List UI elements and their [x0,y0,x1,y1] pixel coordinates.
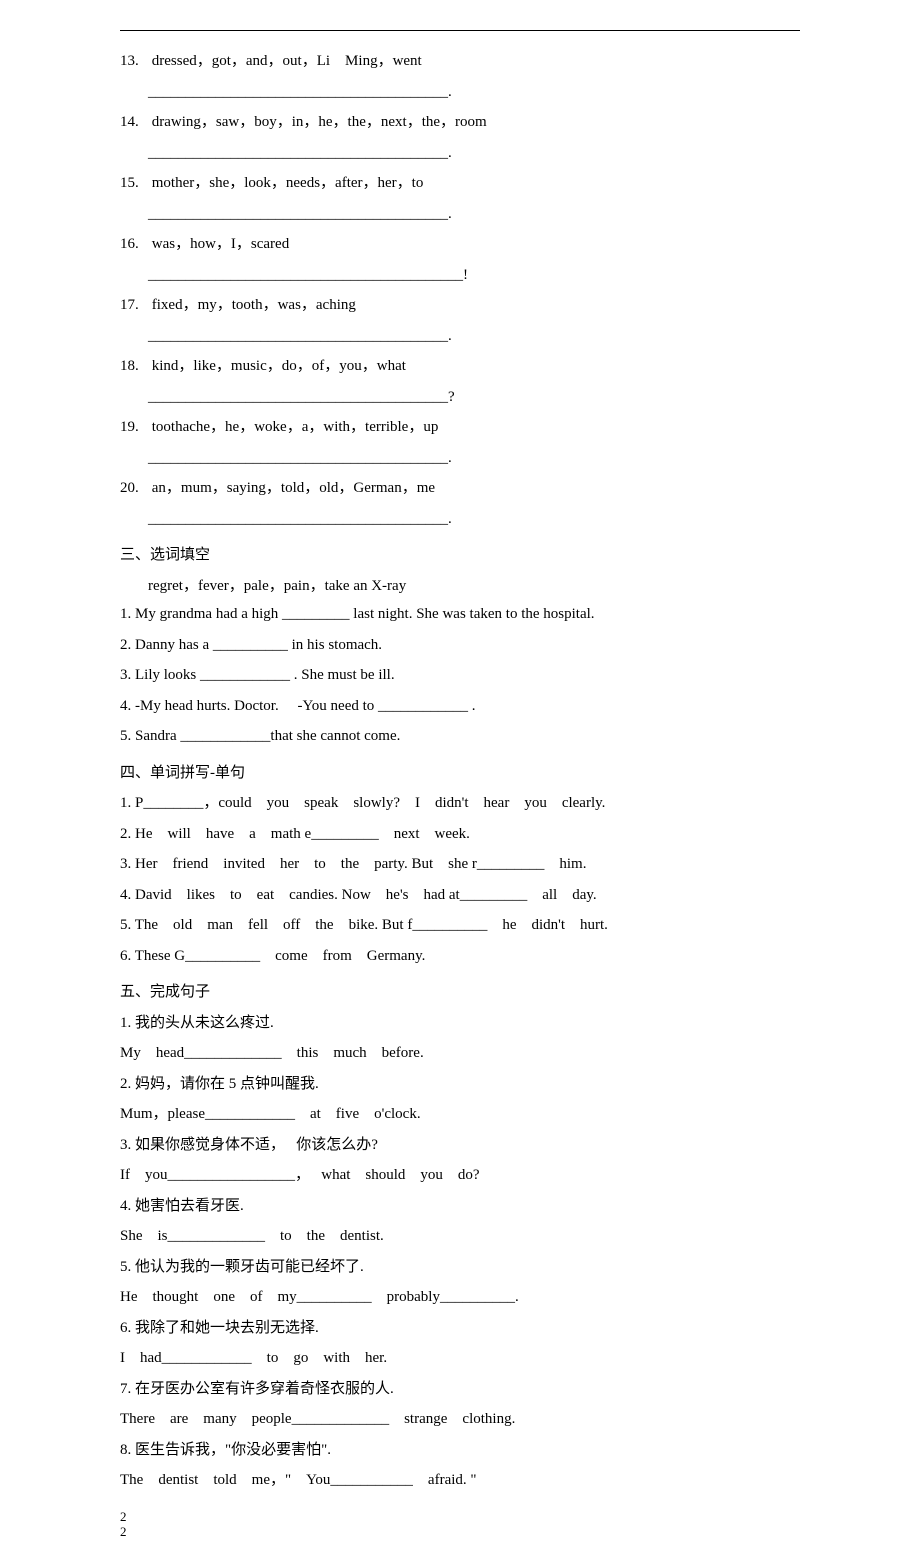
s5-item-4-en: She is_____________ to the dentist. [120,1222,800,1251]
s3-item-2: 2. Danny has a __________ in his stomach… [120,631,800,660]
section4-items: 1. P________，could you speak slowly? I d… [120,789,800,970]
item-14: 14. drawing，saw，boy，in，he，the，next，the，r… [120,108,800,137]
s5-item-6-cn: 6. 我除了和她一块去别无选择. [120,1314,800,1343]
s5-item-3-en: If you_________________， what should you… [120,1161,800,1190]
s5-item-5-en: He thought one of my__________ probably_… [120,1283,800,1312]
s4-item-6: 6. These G__________ come from Germany. [120,942,800,971]
s5-item-7-en: There are many people_____________ stran… [120,1405,800,1434]
s4-item-4: 4. David likes to eat candies. Now he's … [120,881,800,910]
item-number: 20. [120,474,148,503]
answer-line[interactable]: ________________________________________… [148,261,800,290]
footer-line-1: 2 [120,1509,800,1525]
section5-title: 五、完成句子 [120,978,800,1007]
s4-item-2: 2. He will have a math e_________ next w… [120,820,800,849]
section5-items: 1. 我的头从未这么疼过. My head_____________ this … [120,1009,800,1495]
section-sentence-building: 13. dressed，got，and，out，Li Ming，went ___… [120,47,800,533]
item-18: 18. kind，like，music，do，of，you，what [120,352,800,381]
s5-item-2-cn: 2. 妈妈，请你在 5 点钟叫醒我. [120,1070,800,1099]
s5-item-1-cn: 1. 我的头从未这么疼过. [120,1009,800,1038]
item-words: drawing，saw，boy，in，he，the，next，the，room [152,114,487,130]
s4-item-1: 1. P________，could you speak slowly? I d… [120,789,800,818]
answer-line[interactable]: ________________________________________… [148,139,800,168]
item-words: an，mum，saying，told，old，German，me [152,480,435,496]
item-words: dressed，got，and，out，Li Ming，went [152,53,422,69]
item-number: 13. [120,47,148,76]
item-number: 19. [120,413,148,442]
item-19: 19. toothache，he，woke，a，with，terrible，up [120,413,800,442]
answer-line[interactable]: ________________________________________… [148,200,800,229]
s5-item-7-cn: 7. 在牙医办公室有许多穿着奇怪衣服的人. [120,1375,800,1404]
worksheet-page: 13. dressed，got，and，out，Li Ming，went ___… [0,0,920,1560]
page-footer: 2 2 [120,1509,800,1540]
answer-line[interactable]: ________________________________________… [148,322,800,351]
item-words: was，how，I，scared [152,236,289,252]
s5-item-2-en: Mum，please____________ at five o'clock. [120,1100,800,1129]
s3-item-1: 1. My grandma had a high _________ last … [120,600,800,629]
item-number: 17. [120,291,148,320]
s4-item-5: 5. The old man fell off the bike. But f_… [120,911,800,940]
answer-line[interactable]: ________________________________________… [148,383,800,412]
answer-line[interactable]: ________________________________________… [148,505,800,534]
item-16: 16. was，how，I，scared [120,230,800,259]
item-words: mother，she，look，needs，after，her，to [152,175,424,191]
item-words: fixed，my，tooth，was，aching [152,297,356,313]
s5-item-1-en: My head_____________ this much before. [120,1039,800,1068]
section4-title: 四、单词拼写-单句 [120,759,800,788]
s5-item-5-cn: 5. 他认为我的一颗牙齿可能已经坏了. [120,1253,800,1282]
s5-item-8-en: The dentist told me，" You___________ afr… [120,1466,800,1495]
s4-item-3: 3. Her friend invited her to the party. … [120,850,800,879]
item-number: 16. [120,230,148,259]
answer-line[interactable]: ________________________________________… [148,444,800,473]
s5-item-3-cn: 3. 如果你感觉身体不适， 你该怎么办? [120,1131,800,1160]
item-number: 18. [120,352,148,381]
item-words: kind，like，music，do，of，you，what [152,358,406,374]
item-words: toothache，he，woke，a，with，terrible，up [152,419,439,435]
item-17: 17. fixed，my，tooth，was，aching [120,291,800,320]
item-number: 14. [120,108,148,137]
answer-line[interactable]: ________________________________________… [148,78,800,107]
s5-item-8-cn: 8. 医生告诉我，"你没必要害怕". [120,1436,800,1465]
item-20: 20. an，mum，saying，told，old，German，me [120,474,800,503]
s5-item-4-cn: 4. 她害怕去看牙医. [120,1192,800,1221]
item-number: 15. [120,169,148,198]
top-rule [120,30,800,31]
word-bank: regret，fever，pale，pain，take an X-ray [148,572,800,601]
s3-item-3: 3. Lily looks ____________ . She must be… [120,661,800,690]
footer-line-2: 2 [120,1524,800,1540]
section3-items: 1. My grandma had a high _________ last … [120,600,800,751]
s5-item-6-en: I had____________ to go with her. [120,1344,800,1373]
item-13: 13. dressed，got，and，out，Li Ming，went [120,47,800,76]
s3-item-5: 5. Sandra ____________that she cannot co… [120,722,800,751]
item-15: 15. mother，she，look，needs，after，her，to [120,169,800,198]
s3-item-4: 4. -My head hurts. Doctor. -You need to … [120,692,800,721]
section3-title: 三、选词填空 [120,541,800,570]
